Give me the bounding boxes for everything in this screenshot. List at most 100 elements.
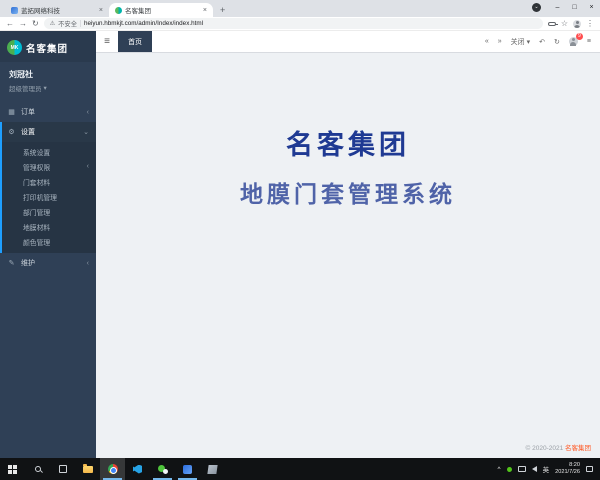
vscode-taskbar-button[interactable] (125, 458, 150, 480)
scroll-tabs-right-icon[interactable]: » (498, 38, 502, 45)
maximize-button[interactable]: □ (566, 1, 583, 14)
security-label[interactable]: 不安全 (58, 19, 77, 28)
collapse-sidebar-icon[interactable]: ≡ (96, 31, 118, 52)
sidebar-nav: ▦ 订单 ‹ ⚙ 设置 ⌄ 系统设置 管理权限 (0, 102, 96, 458)
user-name: 刘冠社 (9, 69, 87, 80)
reload-button[interactable]: ↻ (32, 20, 39, 28)
admin-header: ≡ 首页 « » 关闭 ▾ ↶ ↻ 9 ≡ (96, 31, 600, 53)
page-subtitle: 地膜门套管理系统 (96, 175, 600, 209)
browser-toolbar: ← → ↻ ⚠ 不安全 heiyun.hbmkjt.com/admin/Inde… (0, 17, 600, 31)
misc-app-taskbar-button[interactable] (200, 458, 225, 480)
clock-date: 2021/7/26 (555, 469, 580, 475)
tab2-close-icon[interactable]: × (203, 7, 207, 14)
browser-menu-icon[interactable]: ⋮ (586, 19, 594, 28)
omnibox-divider (80, 20, 81, 27)
settings-gear-icon: ⚙ (7, 128, 16, 136)
minimize-button[interactable]: – (549, 1, 566, 14)
caret-down-icon: ▾ (527, 38, 531, 46)
bookmark-star-icon[interactable]: ☆ (561, 19, 568, 28)
orders-label: 订单 (21, 107, 82, 117)
sidebar-section-settings: ⚙ 设置 ⌄ 系统设置 管理权限 ‹ 门套材料 (0, 122, 96, 253)
ime-indicator[interactable]: 英 (543, 464, 550, 474)
sidebar-item-printer-management[interactable]: 打印机管理 (2, 189, 96, 204)
orders-grid-icon: ▦ (7, 108, 16, 116)
new-tab-button[interactable]: + (220, 5, 225, 15)
system-tray: ^ 英 8:20 2021/7/26 (498, 462, 600, 476)
caret-down-icon: ▾ (44, 84, 47, 92)
sidebar-item-settings[interactable]: ⚙ 设置 ⌄ (2, 122, 96, 142)
browser-tab-strip: 蓝拓网络科技 × 名客集团 × + ⌄ – □ × (0, 0, 600, 17)
tab1-close-icon[interactable]: × (99, 7, 103, 14)
browser-profile-icon[interactable] (573, 20, 581, 28)
chrome-taskbar-button[interactable] (100, 458, 125, 480)
submenu-label: 颜色管理 (23, 237, 89, 247)
submenu-label: 部门管理 (23, 207, 89, 217)
user-role-label: 超级管理员 (9, 83, 42, 93)
sidebar-item-system-settings[interactable]: 系统设置 (2, 144, 96, 159)
windows-logo-icon (8, 465, 17, 474)
start-button[interactable] (0, 458, 25, 480)
forward-button[interactable]: → (19, 20, 27, 28)
maintenance-label: 维护 (21, 258, 82, 268)
sidebar-item-color-management[interactable]: 颜色管理 (2, 234, 96, 249)
sidebar-item-maintenance[interactable]: ✎ 维护 ‹ (0, 253, 96, 273)
submenu-label: 门套材料 (23, 177, 89, 187)
submenu-label: 系统设置 (23, 147, 89, 157)
sidebar-item-orders[interactable]: ▦ 订单 ‹ (0, 102, 96, 122)
refresh-icon[interactable]: ↻ (554, 38, 560, 46)
back-arrow-icon[interactable]: ↶ (539, 38, 545, 46)
taskbar-clock[interactable]: 8:20 2021/7/26 (555, 462, 580, 476)
page-viewport: MK 名客集团 刘冠社 超级管理员 ▾ ▦ 订单 ‹ ⚙ (0, 31, 600, 458)
sidebar-item-film-materials[interactable]: 地膜材料 (2, 219, 96, 234)
submenu-label: 打印机管理 (23, 192, 89, 202)
wechat-tray-icon[interactable] (507, 467, 512, 472)
user-role-dropdown[interactable]: 超级管理员 ▾ (9, 83, 87, 93)
tab-search-button[interactable]: ⌄ (532, 3, 541, 12)
sidebar-item-permissions[interactable]: 管理权限 ‹ (2, 159, 96, 174)
company-link[interactable]: 名客集团 (565, 445, 591, 452)
design-app-taskbar-button[interactable] (175, 458, 200, 480)
tab-home[interactable]: 首页 (118, 31, 152, 52)
maintenance-pencil-icon: ✎ (7, 259, 16, 267)
volume-icon[interactable] (532, 466, 537, 472)
tab2-title: 名客集团 (125, 5, 200, 15)
close-tabs-dropdown[interactable]: 关闭 ▾ (511, 37, 531, 47)
address-bar[interactable]: ⚠ 不安全 heiyun.hbmkjt.com/admin/Index/inde… (44, 18, 543, 29)
back-button[interactable]: ← (6, 20, 14, 28)
close-window-button[interactable]: × (583, 1, 600, 14)
settings-submenu: 系统设置 管理权限 ‹ 门套材料 打印机管理 部门管 (2, 142, 96, 253)
browser-tab-2-active[interactable]: 名客集团 × (109, 3, 213, 17)
task-view-button[interactable] (50, 458, 75, 480)
brand-block[interactable]: MK 名客集团 (0, 31, 96, 62)
header-actions: « » 关闭 ▾ ↶ ↻ 9 ≡ (485, 31, 600, 52)
url-text[interactable]: heiyun.hbmkjt.com/admin/Index/index.html (84, 20, 203, 27)
windows-taskbar: ^ 英 8:20 2021/7/26 (0, 458, 600, 480)
browser-window: 蓝拓网络科技 × 名客集团 × + ⌄ – □ × ← → ↻ ⚠ 不安全 he… (0, 0, 600, 458)
notification-badge: 9 (576, 33, 583, 40)
copyright-footer: © 2020-2021 名客集团 (526, 442, 592, 452)
user-avatar[interactable]: 9 (569, 37, 578, 46)
taskbar-search-button[interactable] (25, 458, 50, 480)
password-key-icon[interactable] (548, 22, 556, 26)
tab2-favicon (115, 7, 122, 14)
tab1-favicon (11, 7, 18, 14)
not-secure-warning-icon: ⚠ (50, 20, 55, 27)
window-controls: ⌄ – □ × (532, 1, 600, 14)
network-icon[interactable] (518, 466, 526, 472)
browser-tab-1[interactable]: 蓝拓网络科技 × (5, 3, 109, 17)
misc-app-icon (207, 465, 217, 474)
vscode-icon (133, 465, 142, 474)
home-content: 名客集团 地膜门套管理系统 © 2020-2021 名客集团 (96, 53, 600, 458)
page-title: 名客集团 (96, 53, 600, 162)
file-explorer-button[interactable] (75, 458, 100, 480)
wechat-icon (158, 465, 168, 474)
chrome-icon (108, 464, 118, 474)
main-area: ≡ 首页 « » 关闭 ▾ ↶ ↻ 9 ≡ (96, 31, 600, 458)
wechat-taskbar-button[interactable] (150, 458, 175, 480)
sidebar-item-department-management[interactable]: 部门管理 (2, 204, 96, 219)
action-center-icon[interactable] (586, 466, 593, 472)
sidebar-item-door-materials[interactable]: 门套材料 (2, 174, 96, 189)
scroll-tabs-left-icon[interactable]: « (485, 38, 489, 45)
more-menu-icon[interactable]: ≡ (587, 38, 591, 45)
show-hidden-icons[interactable]: ^ (498, 466, 501, 473)
